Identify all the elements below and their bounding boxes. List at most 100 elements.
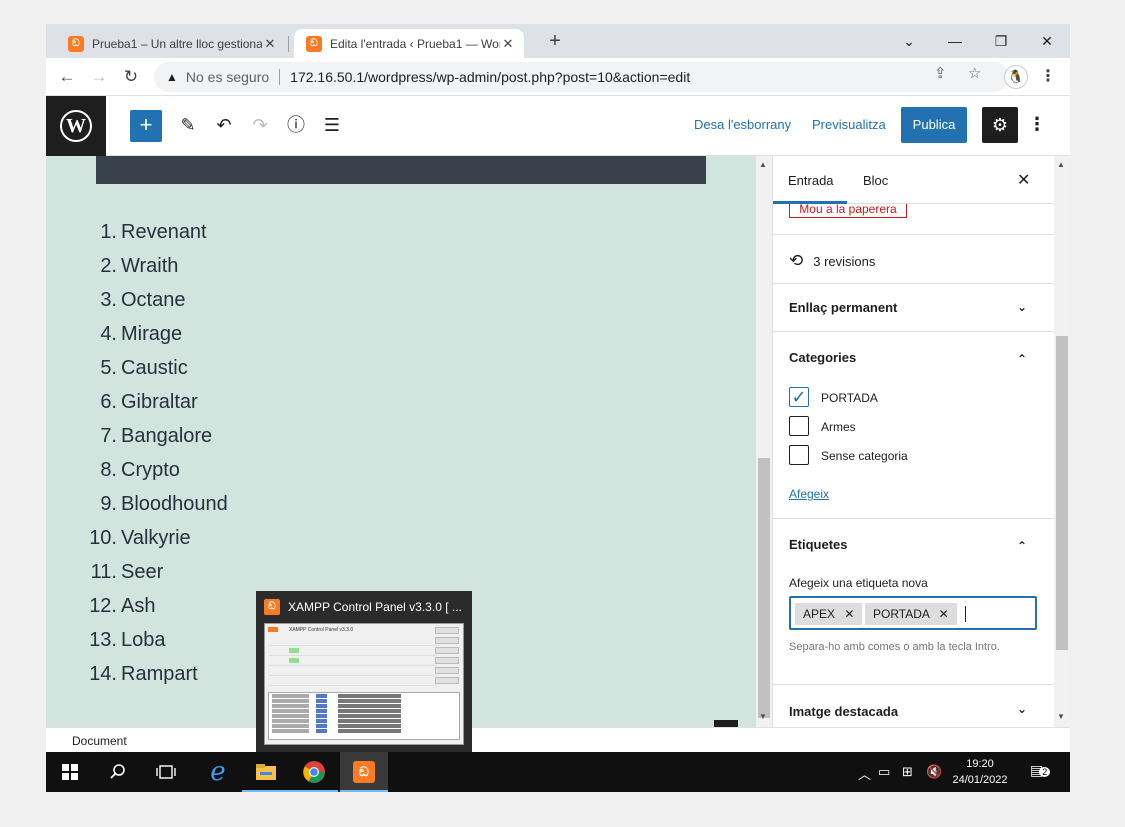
chrome-icon[interactable] [290, 752, 338, 792]
scroll-down-icon[interactable]: ▼ [759, 712, 767, 721]
revisions-link[interactable]: ⟲ 3 revisions [789, 251, 875, 271]
add-block-button[interactable]: + [130, 110, 162, 142]
new-tab-button[interactable]: + [544, 30, 566, 53]
internet-explorer-icon[interactable]: e [194, 752, 242, 792]
start-button[interactable] [46, 752, 94, 792]
list-item[interactable]: 12. Ash [86, 594, 228, 628]
scroll-up-icon[interactable]: ▲ [759, 160, 767, 169]
categories-panel-toggle[interactable]: Categories [789, 350, 856, 365]
running-indicator [340, 790, 388, 792]
xampp-window-preview[interactable]: ඞ XAMPP Control Panel v3.3.0 [ ... XAMPP… [256, 591, 472, 752]
list-item[interactable]: 8. Crypto [86, 458, 228, 492]
cover-block[interactable] [96, 156, 706, 184]
remove-tag-icon[interactable]: ✕ [939, 607, 949, 621]
chevron-up-icon[interactable]: ⌃ [1017, 539, 1027, 553]
preview-thumbnail[interactable]: XAMPP Control Panel v3.3.0 [264, 623, 464, 745]
browser-menu-icon[interactable]: ⋮ [1040, 66, 1056, 86]
xampp-taskbar-icon[interactable]: ඞ [340, 752, 388, 792]
permalink-panel-toggle[interactable]: Enllaç permanent [789, 300, 897, 315]
tab-post[interactable]: Entrada [788, 173, 834, 188]
window-close-button[interactable]: ✕ [1024, 28, 1070, 54]
pencil-icon[interactable]: ✎ [176, 113, 200, 137]
settings-gear-icon[interactable]: ⚙ [982, 107, 1018, 143]
file-explorer-icon[interactable] [242, 752, 290, 792]
scroll-up-icon[interactable]: ▲ [1057, 160, 1065, 169]
list-view-icon[interactable]: ☰ [320, 113, 344, 137]
warning-icon[interactable]: ▲ [166, 70, 178, 84]
ordered-list-block[interactable]: 1. Revenant 2. Wraith 3. Octane 4. Mirage 5.… [86, 220, 228, 696]
list-text: Valkyrie [121, 527, 191, 549]
featured-image-panel-toggle[interactable]: Imatge destacada [789, 704, 898, 719]
reload-icon[interactable]: ↻ [120, 66, 142, 88]
system-clock[interactable]: 19:20 24/01/2022 [946, 756, 1014, 788]
tab-search-icon[interactable]: ⌄ [886, 28, 932, 54]
list-item[interactable]: 2. Wraith [86, 254, 228, 288]
list-item[interactable]: 13. Loba [86, 628, 228, 662]
show-hidden-icons-icon[interactable]: ︿ [858, 764, 871, 783]
share-icon[interactable]: ⇪ [934, 64, 947, 82]
panel-divider [773, 518, 1054, 519]
list-item[interactable]: 3. Octane [86, 288, 228, 322]
category-checkbox-portada[interactable]: ✓ [789, 387, 809, 407]
window-minimize-button[interactable]: — [932, 28, 978, 54]
browser-toolbar: ← → ↻ ▲ No es seguro 172.16.50.1/wordpre… [46, 58, 1070, 96]
security-status[interactable]: No es seguro [186, 69, 269, 85]
running-indicator [290, 790, 338, 792]
volume-muted-icon[interactable]: 🔇 [926, 764, 942, 780]
power-icon[interactable]: ▭ [878, 764, 890, 780]
list-item[interactable]: 1. Revenant [86, 220, 228, 254]
scrollbar-thumb[interactable] [758, 458, 770, 718]
tab-close-icon[interactable]: ✕ [500, 36, 516, 52]
category-checkbox-sense-categoria[interactable] [789, 445, 809, 465]
url-text[interactable]: 172.16.50.1/wordpress/wp-admin/post.php?… [290, 69, 690, 85]
chevron-down-icon[interactable]: ⌄ [1017, 300, 1027, 314]
close-sidebar-icon[interactable]: ✕ [1017, 170, 1030, 190]
preview-button[interactable]: Previsualitza [812, 117, 886, 132]
category-checkbox-armes[interactable] [789, 416, 809, 436]
tag-input[interactable]: APEX ✕ PORTADA ✕ [789, 596, 1037, 630]
list-item[interactable]: 10. Valkyrie [86, 526, 228, 560]
list-item[interactable]: 5. Caustic [86, 356, 228, 390]
wordpress-logo[interactable]: W [46, 96, 106, 156]
search-icon[interactable] [94, 752, 142, 792]
tab-block[interactable]: Bloc [863, 173, 888, 188]
scrollbar-thumb[interactable] [1056, 336, 1068, 650]
thumbnail-log [268, 692, 460, 740]
sidebar-tabs: Entrada Bloc ✕ [773, 156, 1054, 204]
forward-arrow-icon[interactable]: → [88, 66, 110, 88]
browser-tab-editor[interactable]: ඞ Edita l'entrada ‹ Prueba1 — Word ✕ [294, 29, 524, 58]
options-menu-icon[interactable]: ⋮ [1028, 114, 1046, 135]
back-arrow-icon[interactable]: ← [56, 66, 78, 88]
add-category-link[interactable]: Afegeix [789, 487, 829, 501]
sidebar-scrollbar[interactable]: ▲ ▼ [1054, 156, 1070, 727]
list-item[interactable]: 9. Bloodhound [86, 492, 227, 526]
bookmark-star-icon[interactable]: ☆ [968, 64, 981, 82]
tags-panel-toggle[interactable]: Etiquetes [789, 537, 848, 552]
list-item[interactable]: 14. Rampart [86, 662, 228, 696]
window-maximize-button[interactable]: ❐ [978, 28, 1024, 54]
list-item[interactable]: 11. Seer [86, 560, 228, 594]
undo-icon[interactable]: ↶ [212, 113, 236, 137]
tab-close-icon[interactable]: ✕ [262, 36, 278, 52]
profile-avatar[interactable]: 🐧 [1004, 65, 1028, 89]
save-draft-button[interactable]: Desa l'esborrany [694, 117, 791, 132]
action-center-icon[interactable]: ▤2 [1030, 762, 1051, 779]
chevron-down-icon[interactable]: ⌄ [1017, 702, 1027, 716]
list-item[interactable]: 7. Bangalore [86, 424, 228, 458]
thumbnail-row [269, 668, 437, 676]
publish-button[interactable]: Publica [901, 107, 967, 143]
info-icon[interactable]: ⓘ [284, 113, 308, 137]
windows-taskbar: e ඞ ︿ ▭ ⊞ 🔇 19:20 24/01/2022 ▤2 [46, 752, 1070, 792]
address-bar[interactable]: ▲ No es seguro 172.16.50.1/wordpress/wp-… [154, 62, 1009, 92]
scroll-down-icon[interactable]: ▼ [1057, 712, 1065, 721]
task-view-icon[interactable] [142, 752, 190, 792]
redo-icon[interactable]: ↷ [248, 113, 272, 137]
remove-tag-icon[interactable]: ✕ [844, 607, 854, 621]
list-item[interactable]: 4. Mirage [86, 322, 228, 356]
list-item[interactable]: 6. Gibraltar [86, 390, 228, 424]
breadcrumb[interactable]: Document [72, 734, 127, 748]
editor-scrollbar[interactable]: ▲ ▼ [756, 156, 772, 727]
network-icon[interactable]: ⊞ [902, 764, 913, 780]
browser-tab-site[interactable]: ඞ Prueba1 – Un altre lloc gestionat ✕ [56, 29, 286, 58]
chevron-up-icon[interactable]: ⌃ [1017, 352, 1027, 366]
